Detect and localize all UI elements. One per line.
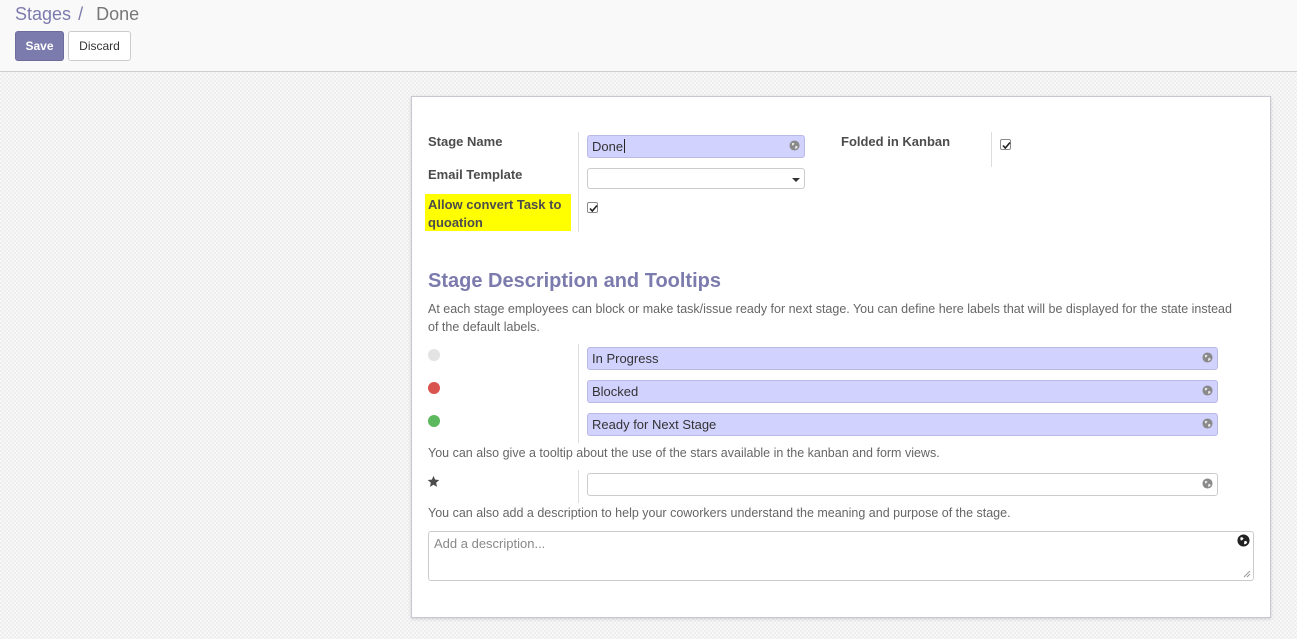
breadcrumb-separator: / <box>78 4 84 24</box>
state-dot-normal <box>428 349 440 361</box>
states-help-text: At each stage employees can block or mak… <box>428 302 1232 334</box>
field-separator <box>991 132 992 167</box>
state-done-value: Ready for Next Stage <box>592 417 717 432</box>
star-icon <box>427 475 440 487</box>
stars-help-text: You can also give a tooltip about the us… <box>428 446 940 460</box>
state-normal-input[interactable]: In Progress <box>587 347 1218 370</box>
stage-name-input[interactable]: Done <box>587 135 805 158</box>
globe-icon[interactable] <box>1237 534 1250 547</box>
globe-icon[interactable] <box>1202 385 1213 396</box>
state-blocked-input[interactable]: Blocked <box>587 380 1218 403</box>
control-panel: Stages / Done Save Discard <box>0 0 1297 72</box>
allow-convert-checkbox[interactable] <box>587 202 598 213</box>
breadcrumb-current: Done <box>96 4 140 24</box>
discard-button[interactable]: Discard <box>68 31 131 61</box>
field-separator <box>578 132 579 232</box>
star-tooltip-input[interactable] <box>587 473 1218 496</box>
stage-name-label: Stage Name <box>428 134 503 149</box>
state-dot-blocked <box>428 382 440 394</box>
field-separator <box>578 344 579 443</box>
state-done-input[interactable]: Ready for Next Stage <box>587 413 1218 436</box>
email-template-label: Email Template <box>428 167 523 182</box>
email-template-select[interactable] <box>587 168 805 189</box>
globe-icon[interactable] <box>1202 352 1213 363</box>
caret-down-icon[interactable] <box>792 178 800 182</box>
field-separator <box>578 470 579 503</box>
description-placeholder: Add a description... <box>434 536 546 551</box>
folded-in-kanban-label: Folded in Kanban <box>841 134 951 149</box>
globe-icon[interactable] <box>789 140 800 151</box>
state-blocked-value: Blocked <box>592 384 639 399</box>
resize-grip-icon[interactable] <box>1243 570 1251 578</box>
globe-icon[interactable] <box>1202 478 1213 489</box>
stage-name-value: Done <box>592 139 624 154</box>
allow-convert-label: Allow convert Task to quoation <box>428 197 562 230</box>
state-dot-done <box>428 415 440 427</box>
checkmark-icon <box>1002 141 1011 150</box>
breadcrumb: Stages / Done <box>15 3 139 25</box>
text-cursor <box>624 139 626 153</box>
section-title: Stage Description and Tooltips <box>428 270 721 292</box>
save-button[interactable]: Save <box>15 31 64 61</box>
checkmark-icon <box>589 204 598 213</box>
breadcrumb-parent-link[interactable]: Stages <box>15 4 71 24</box>
description-textarea[interactable]: Add a description... <box>428 531 1254 581</box>
globe-icon[interactable] <box>1202 418 1213 429</box>
state-normal-value: In Progress <box>592 351 659 366</box>
description-help-text: You can also add a description to help y… <box>428 506 1011 520</box>
folded-in-kanban-checkbox[interactable] <box>1000 139 1011 150</box>
